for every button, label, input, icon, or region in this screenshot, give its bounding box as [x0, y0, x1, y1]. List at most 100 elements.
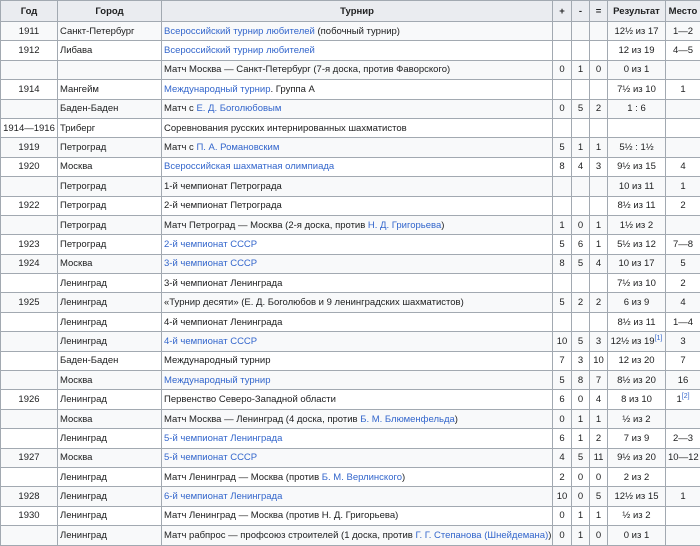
losses-cell — [572, 196, 590, 215]
city-cell: Ленинград — [58, 293, 162, 312]
result-cell: 9½ из 20 — [608, 448, 666, 467]
header-year[interactable]: Год — [1, 1, 58, 22]
wiki-link[interactable]: Международный турнир — [164, 375, 271, 386]
table-row: МоскваМеждународный турнир5878½ из 2016 — [1, 371, 700, 390]
header-draws[interactable]: = — [590, 1, 608, 22]
tournament-cell: 5-й чемпионат Ленинграда — [162, 429, 553, 448]
cell-text: 1—2 — [673, 26, 693, 37]
wiki-link[interactable]: Международный турнир — [164, 84, 271, 95]
header-city[interactable]: Город — [58, 1, 162, 22]
result-value: 1½ из 2 — [620, 220, 653, 231]
place-cell — [666, 99, 700, 118]
place-cell: 7—8 — [666, 235, 700, 254]
header-wins[interactable]: + — [553, 1, 572, 22]
tournament-cell: Матч Ленинград — Москва (против Н. Д. Гр… — [162, 506, 553, 525]
cell-text: 10—12 — [668, 452, 699, 463]
cell-text: «Турнир десяти» (Е. Д. Боголюбов и 9 лен… — [164, 297, 464, 308]
year-cell: 1911 — [1, 22, 58, 41]
cell-text: Матч Москва — Санкт-Петербург (7-я доска… — [164, 64, 450, 75]
footnote-ref[interactable]: [1] — [655, 335, 663, 342]
tournament-cell: Матч Петроград — Москва (2-я доска, прот… — [162, 215, 553, 234]
wiki-link[interactable]: 4-й чемпионат СССР — [164, 336, 257, 347]
table-row: МоскваМатч Москва — Ленинград (4 доска, … — [1, 409, 700, 428]
wiki-link[interactable]: 5-й чемпионат СССР — [164, 452, 257, 463]
year-cell: 1923 — [1, 235, 58, 254]
wiki-link[interactable]: Н. Д. Григорьева — [368, 220, 441, 231]
draws-cell: 0 — [590, 526, 608, 545]
cell-text: ) — [455, 414, 458, 425]
cell-text: 7—8 — [673, 239, 693, 250]
wiki-link[interactable]: 5-й чемпионат Ленинграда — [164, 433, 282, 444]
result-cell: 0 из 1 — [608, 526, 666, 545]
losses-cell: 1 — [572, 429, 590, 448]
losses-cell: 0 — [572, 215, 590, 234]
table-row: Петроград1-й чемпионат Петрограда10 из 1… — [1, 177, 700, 196]
result-cell: 1½ из 2 — [608, 215, 666, 234]
wiki-link[interactable]: 3-й чемпионат СССР — [164, 258, 257, 269]
header-losses[interactable]: - — [572, 1, 590, 22]
cell-text: 1—4 — [673, 317, 693, 328]
city-cell: Ленинград — [58, 429, 162, 448]
wiki-link[interactable]: 6-й чемпионат Ленинграда — [164, 491, 282, 502]
header-place[interactable]: Место — [666, 1, 700, 22]
wins-cell — [553, 177, 572, 196]
result-value: 12 из 19 — [618, 45, 654, 56]
table-row: Баден-БаденМатч с Е. Д. Боголюбовым0521 … — [1, 99, 700, 118]
wiki-link[interactable]: Всероссийский турнир любителей — [164, 26, 315, 37]
result-cell: 7½ из 10 — [608, 80, 666, 99]
wiki-link[interactable]: 2-й чемпионат СССР — [164, 239, 257, 250]
place-cell: 4 — [666, 157, 700, 176]
wiki-link[interactable]: Всероссийская шахматная олимпиада — [164, 161, 334, 172]
header-result[interactable]: Результат — [608, 1, 666, 22]
losses-cell — [572, 118, 590, 137]
result-value: 9½ из 15 — [617, 161, 656, 172]
cell-text: (побочный турнир) — [315, 26, 400, 37]
city-cell: Ленинград — [58, 390, 162, 409]
place-cell: 10—12 — [666, 448, 700, 467]
tournament-cell: 4-й чемпионат СССР — [162, 332, 553, 351]
year-cell: 1920 — [1, 157, 58, 176]
wiki-link[interactable]: Б. М. Блюменфельда — [360, 414, 455, 425]
table-row: 1927Москва5-й чемпионат СССР45119½ из 20… — [1, 448, 700, 467]
wins-cell — [553, 80, 572, 99]
losses-cell — [572, 312, 590, 331]
table-row: Матч Москва — Санкт-Петербург (7-я доска… — [1, 60, 700, 79]
result-value: 12½ из 19 — [611, 336, 655, 347]
result-cell: 6 из 9 — [608, 293, 666, 312]
year-cell — [1, 409, 58, 428]
tournament-cell: Международный турнир — [162, 351, 553, 370]
losses-cell — [572, 41, 590, 60]
wiki-link[interactable]: Всероссийский турнир любителей — [164, 45, 315, 56]
wiki-link[interactable]: Г. Г. Степанова (Шнейдемана) — [415, 530, 548, 541]
result-cell: 10 из 11 — [608, 177, 666, 196]
result-cell: 9½ из 15 — [608, 157, 666, 176]
tournament-results-table: Год Город Турнир + - = Результат Место 1… — [0, 0, 700, 546]
wins-cell: 0 — [553, 409, 572, 428]
year-cell: 1914 — [1, 80, 58, 99]
place-cell: 16 — [666, 371, 700, 390]
losses-cell — [572, 274, 590, 293]
draws-cell — [590, 22, 608, 41]
wins-cell: 5 — [553, 235, 572, 254]
header-tournament[interactable]: Турнир — [162, 1, 553, 22]
result-cell: 5½ : 1½ — [608, 138, 666, 157]
city-cell: Триберг — [58, 118, 162, 137]
cell-text: Международный турнир — [164, 355, 271, 366]
place-cell: 1—4 — [666, 312, 700, 331]
result-value: 12½ из 17 — [615, 26, 659, 37]
losses-cell: 3 — [572, 351, 590, 370]
year-cell: 1914—1916 — [1, 118, 58, 137]
wiki-link[interactable]: П. А. Романовским — [196, 142, 279, 153]
cell-text: 16 — [678, 375, 689, 386]
result-value: 8½ из 11 — [617, 317, 655, 328]
city-cell: Ленинград — [58, 467, 162, 486]
losses-cell: 0 — [572, 390, 590, 409]
footnote-ref[interactable]: [2] — [682, 393, 690, 400]
draws-cell — [590, 274, 608, 293]
wiki-link[interactable]: Е. Д. Боголюбовым — [196, 103, 281, 114]
wins-cell — [553, 312, 572, 331]
wiki-link[interactable]: Б. М. Верлинского — [322, 472, 402, 483]
losses-cell: 1 — [572, 60, 590, 79]
wins-cell — [553, 274, 572, 293]
cell-text: ) — [441, 220, 444, 231]
